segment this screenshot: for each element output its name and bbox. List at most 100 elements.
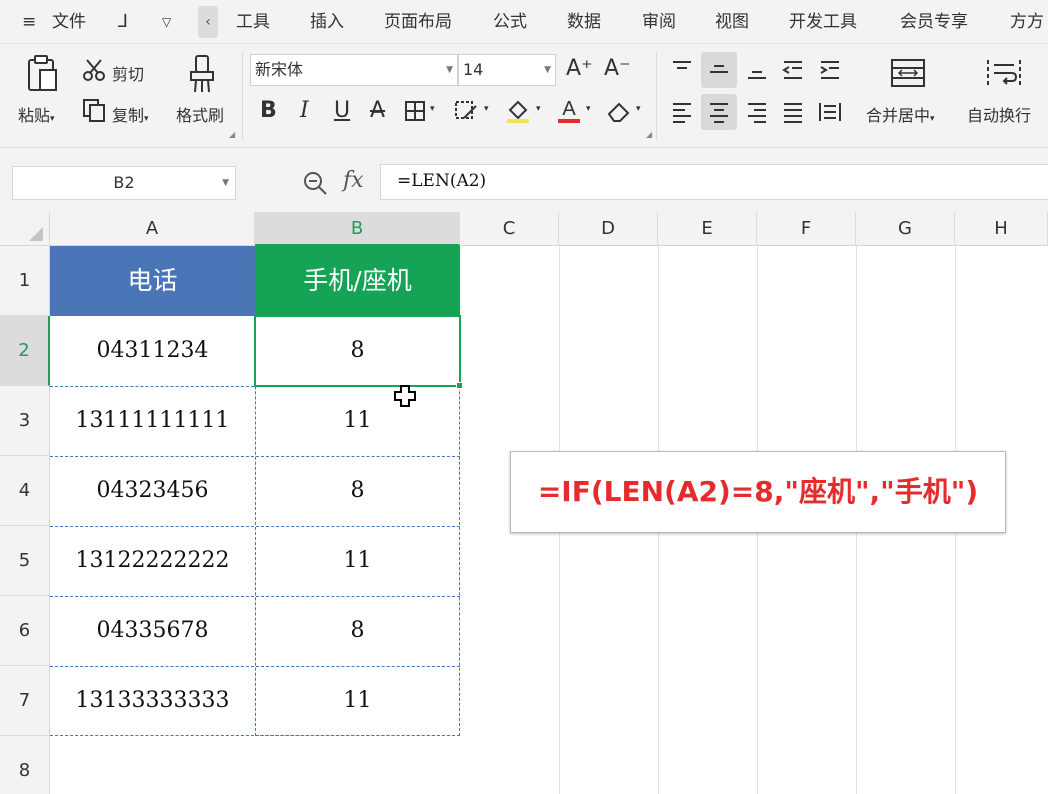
chevron-down-icon: ▼ xyxy=(544,65,551,75)
copy-button[interactable]: 复制▾ xyxy=(112,102,149,126)
tab-insert[interactable]: 插入 xyxy=(310,0,344,44)
format-painter-button[interactable]: 格式刷 xyxy=(176,102,224,126)
font-name-value: 新宋体 xyxy=(255,60,304,79)
format-painter-icon[interactable] xyxy=(186,54,218,94)
cell-a7[interactable]: 13133333333 xyxy=(50,666,255,736)
eraser-icon[interactable] xyxy=(606,100,632,122)
undo-redo-icon[interactable]: ⅃ xyxy=(118,0,128,44)
font-color-icon[interactable]: A xyxy=(556,96,582,124)
select-all-corner[interactable] xyxy=(0,212,50,246)
hamburger-icon[interactable]: ≡ xyxy=(22,0,36,44)
font-name-select[interactable]: 新宋体 ▼ xyxy=(250,54,458,86)
column-header-h[interactable]: H xyxy=(955,212,1048,246)
cell-style-icon[interactable] xyxy=(454,100,480,122)
ribbon-separator xyxy=(656,52,657,140)
merge-center-icon[interactable] xyxy=(890,58,926,88)
tab-view[interactable]: 视图 xyxy=(715,0,749,44)
cell-a3[interactable]: 13111111111 xyxy=(50,386,255,456)
cell-b7[interactable]: 11 xyxy=(255,666,460,736)
scissors-icon[interactable] xyxy=(82,58,106,82)
italic-icon[interactable]: I xyxy=(300,98,309,123)
chevron-down-icon[interactable]: ▾ xyxy=(430,104,435,114)
column-header-c[interactable]: C xyxy=(460,212,559,246)
name-box[interactable]: B2 ▼ xyxy=(12,166,236,200)
column-header-a[interactable]: A xyxy=(50,212,255,246)
cell-a1[interactable]: 电话 xyxy=(50,246,255,316)
tab-developer[interactable]: 开发工具 xyxy=(789,0,857,44)
ribbon-separator xyxy=(242,52,243,140)
cell-a6[interactable]: 04335678 xyxy=(50,596,255,666)
increase-font-size-icon[interactable]: A⁺ xyxy=(566,56,593,81)
align-center-button[interactable] xyxy=(701,94,737,130)
row-header-1[interactable]: 1 xyxy=(0,246,50,316)
underline-icon[interactable]: U xyxy=(334,98,350,123)
chevron-down-icon[interactable]: ▾ xyxy=(484,104,489,114)
chevron-down-icon[interactable]: ▾ xyxy=(636,104,641,114)
cell-b3[interactable]: 11 xyxy=(255,386,460,456)
tab-fangfang[interactable]: 方方 xyxy=(1010,0,1044,44)
row-header-4[interactable]: 4 xyxy=(0,456,50,526)
cell-b1[interactable]: 手机/座机 xyxy=(255,246,460,316)
tab-review[interactable]: 审阅 xyxy=(642,0,676,44)
tab-formulas[interactable]: 公式 xyxy=(493,0,527,44)
row-header-3[interactable]: 3 xyxy=(0,386,50,456)
wrap-text-button[interactable]: 自动换行 xyxy=(967,102,1031,126)
row-header-7[interactable]: 7 xyxy=(0,666,50,736)
decrease-font-size-icon[interactable]: A⁻ xyxy=(604,56,631,81)
paste-icon[interactable] xyxy=(22,54,62,94)
row-header-2[interactable]: 2 xyxy=(0,316,50,386)
tab-member[interactable]: 会员专享 xyxy=(900,0,968,44)
column-header-f[interactable]: F xyxy=(757,212,856,246)
fill-handle[interactable] xyxy=(456,382,463,389)
column-header-e[interactable]: E xyxy=(658,212,757,246)
bold-icon[interactable]: B xyxy=(260,98,277,123)
cell-b5[interactable]: 11 xyxy=(255,526,460,596)
name-box-value: B2 xyxy=(113,173,135,192)
align-left-icon[interactable] xyxy=(670,100,694,124)
align-right-icon[interactable] xyxy=(745,100,769,124)
chevron-down-icon[interactable]: ▾ xyxy=(586,104,591,114)
align-center-icon xyxy=(710,103,728,123)
cell-a4[interactable]: 04323456 xyxy=(50,456,255,526)
fill-color-icon[interactable] xyxy=(505,98,531,124)
copy-icon[interactable] xyxy=(82,98,106,122)
justify-icon[interactable] xyxy=(781,100,805,124)
quick-access-dropdown-icon[interactable]: ▽ xyxy=(162,0,171,44)
scroll-tabs-left-icon[interactable]: ‹ xyxy=(198,6,218,38)
row-header-5[interactable]: 5 xyxy=(0,526,50,596)
insert-function-icon[interactable]: fx xyxy=(343,168,364,193)
paste-button[interactable]: 粘贴▾ xyxy=(18,102,55,126)
cell-a5[interactable]: 13122222222 xyxy=(50,526,255,596)
column-header-d[interactable]: D xyxy=(559,212,658,246)
strikethrough-icon[interactable]: A xyxy=(370,98,385,123)
align-top-icon[interactable] xyxy=(670,58,694,82)
font-size-select[interactable]: 14 ▼ xyxy=(458,54,556,86)
cell-b6[interactable]: 8 xyxy=(255,596,460,666)
spreadsheet-grid: A B C D E F G H 1 2 3 4 5 6 7 8 电话 手机/座机… xyxy=(0,212,1048,794)
column-header-b[interactable]: B xyxy=(255,212,460,246)
row-header-6[interactable]: 6 xyxy=(0,596,50,666)
merge-center-button[interactable]: 合并居中▾ xyxy=(866,102,935,126)
clipboard-dialog-launcher-icon[interactable]: ◢ xyxy=(229,130,235,139)
tab-data[interactable]: 数据 xyxy=(567,0,601,44)
zoom-icon[interactable] xyxy=(302,170,328,196)
tab-tools[interactable]: 工具 xyxy=(236,0,270,44)
row-header-8[interactable]: 8 xyxy=(0,736,50,794)
borders-icon[interactable] xyxy=(404,100,426,122)
increase-indent-icon[interactable] xyxy=(818,58,842,82)
align-middle-button[interactable] xyxy=(701,52,737,88)
tab-page-layout[interactable]: 页面布局 xyxy=(384,0,452,44)
chevron-down-icon[interactable]: ▾ xyxy=(536,104,541,114)
distributed-align-icon[interactable] xyxy=(818,100,842,124)
ribbon: 粘贴▾ 剪切 复制▾ 格式刷 ◢ 新宋体 ▼ 14 ▼ A⁺ A⁻ B I U … xyxy=(0,44,1048,148)
decrease-indent-icon[interactable] xyxy=(781,58,805,82)
cell-a2[interactable]: 04311234 xyxy=(50,316,255,386)
column-header-g[interactable]: G xyxy=(856,212,955,246)
font-dialog-launcher-icon[interactable]: ◢ xyxy=(646,130,652,139)
wrap-text-icon[interactable] xyxy=(986,58,1022,88)
formula-input[interactable]: =LEN(A2) xyxy=(380,164,1048,200)
cell-b4[interactable]: 8 xyxy=(255,456,460,526)
cut-button[interactable]: 剪切 xyxy=(112,61,144,85)
file-menu[interactable]: 文件 xyxy=(52,0,86,44)
align-bottom-icon[interactable] xyxy=(745,58,769,82)
